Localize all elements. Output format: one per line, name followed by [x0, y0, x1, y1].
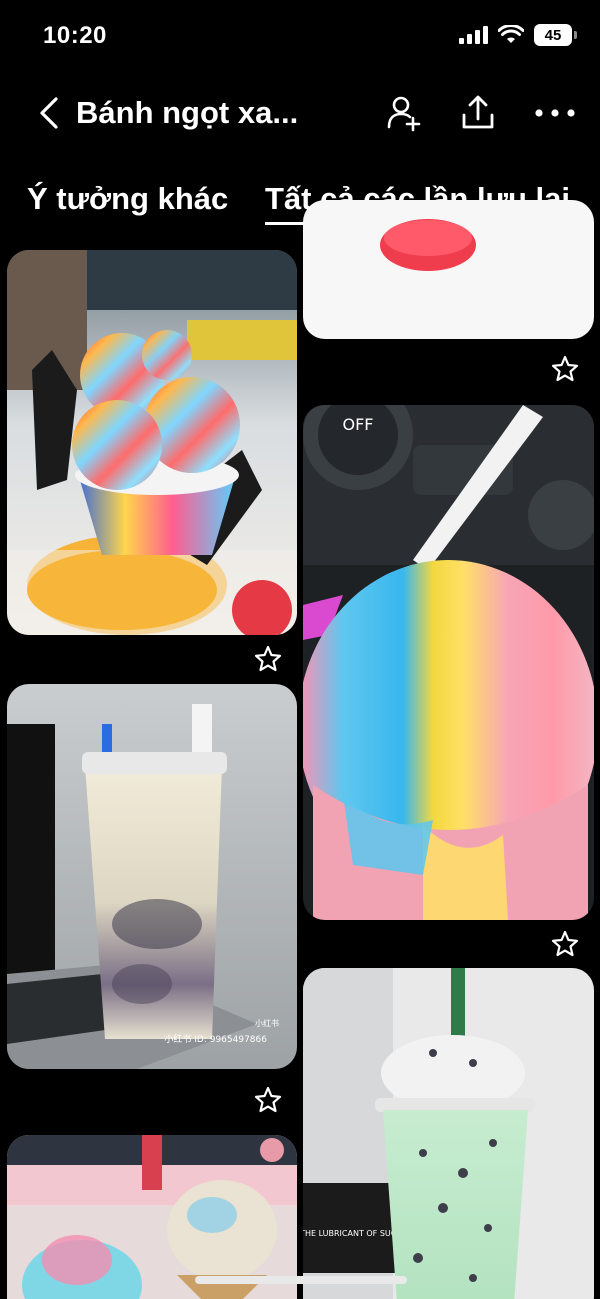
battery-icon: 45 — [534, 24, 577, 46]
wifi-icon — [498, 25, 524, 43]
battery-level: 45 — [544, 26, 562, 44]
share-icon — [462, 95, 494, 129]
star-outline-icon[interactable] — [253, 1085, 283, 1115]
board-screen: 10:20 45 Bánh ngọt xa... Ý tưởng khác Tấ… — [0, 0, 600, 1299]
star-outline-icon[interactable] — [550, 354, 580, 384]
add-collaborator-button[interactable] — [382, 91, 426, 135]
pin-red-dessert[interactable] — [303, 200, 594, 339]
home-indicator — [195, 1276, 407, 1284]
pin-image: OFF — [303, 405, 594, 920]
board-header: Bánh ngọt xa... — [0, 85, 600, 145]
pin-watermark-logo: 小红书 — [255, 1018, 279, 1028]
pin-cookies-cream-drink[interactable]: 小红书 ID: 9965497866 小红书 — [7, 684, 297, 1069]
star-outline-icon[interactable] — [253, 644, 283, 674]
pin-ice-cream-shop[interactable] — [7, 1135, 297, 1299]
pin-watermark: 小红书 ID: 9965497866 — [164, 1033, 267, 1045]
pin-image — [303, 200, 594, 339]
board-title: Bánh ngọt xa... — [76, 95, 299, 130]
pin-image — [7, 250, 297, 635]
status-icons: 45 — [459, 24, 577, 46]
share-button[interactable] — [456, 91, 500, 135]
add-collaborator-icon — [387, 96, 421, 132]
more-options-button[interactable] — [533, 91, 577, 135]
status-time: 10:20 — [43, 22, 107, 49]
cellular-signal-icon — [459, 26, 488, 44]
pin-label: OFF — [343, 415, 374, 434]
pin-book-title: THE LUBRICANT OF SUCC — [303, 1229, 402, 1238]
more-icon — [535, 109, 575, 117]
pin-mint-cookie-frappe[interactable]: THE LUBRICANT OF SUCC — [303, 968, 594, 1299]
pin-image — [7, 1135, 297, 1299]
pin-rainbow-ice-cream-cup[interactable] — [7, 250, 297, 635]
chevron-left-icon — [40, 97, 58, 129]
status-bar: 10:20 45 — [0, 0, 600, 70]
tab-more-ideas[interactable]: Ý tưởng khác — [27, 181, 228, 217]
pin-rainbow-sherbet-scoop[interactable]: OFF — [303, 405, 594, 920]
pin-image: THE LUBRICANT OF SUCC — [303, 968, 594, 1299]
star-outline-icon[interactable] — [550, 929, 580, 959]
back-button[interactable] — [32, 93, 68, 133]
pin-image: 小红书 ID: 9965497866 小红书 — [7, 684, 297, 1069]
